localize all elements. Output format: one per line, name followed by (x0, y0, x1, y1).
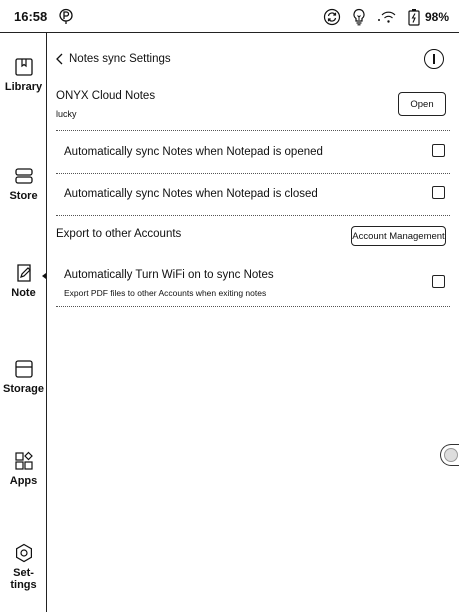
wifi-sync-sublabel: Export PDF files to other Accounts when … (64, 288, 267, 298)
open-button[interactable]: Open (398, 92, 446, 116)
sidebar-item-label: Set- tings (10, 567, 37, 591)
p-pin-icon (59, 8, 73, 24)
sidebar-item-label: Store (9, 190, 38, 202)
sidebar-item-apps[interactable]: Apps (0, 451, 47, 487)
sync-opened-checkbox[interactable] (432, 144, 445, 157)
store-icon (14, 168, 33, 184)
battery-percent: 98% (424, 10, 449, 24)
sidebar-item-storage[interactable]: Storage (0, 359, 47, 395)
main-panel: Notes sync Settings ONYX Cloud Notes luc… (48, 33, 459, 612)
wifi-sync-label: Automatically Turn WiFi on to sync Notes (64, 269, 274, 281)
wifi-sync-option: Automatically Turn WiFi on to sync Notes… (64, 269, 450, 298)
storage-icon (14, 360, 33, 378)
divider (56, 306, 450, 307)
info-icon[interactable] (424, 49, 444, 69)
bookmark-book-icon (14, 58, 33, 76)
status-bar: 16:58 98% (0, 0, 459, 33)
bulb-icon[interactable] (350, 8, 368, 26)
battery-icon (408, 9, 420, 26)
status-icons: 98% (323, 7, 449, 27)
wifi-sync-checkbox[interactable] (432, 275, 445, 288)
sidebar-item-store[interactable]: Store (0, 166, 47, 202)
sync-closed-checkbox[interactable] (432, 186, 445, 199)
cloud-title: ONYX Cloud Notes (56, 90, 156, 102)
settings-hex-icon (15, 543, 32, 563)
floating-assist-button[interactable] (440, 444, 459, 466)
sidebar-item-label: Library (4, 81, 43, 93)
sidebar-item-label: Apps (9, 475, 38, 487)
divider (56, 215, 450, 216)
chevron-left-icon (56, 53, 63, 65)
header: Notes sync Settings (48, 49, 459, 73)
option-sync-closed-label: Automatically sync Notes when Notepad is… (64, 188, 318, 200)
page-title: Notes sync Settings (69, 53, 171, 65)
sidebar-item-note[interactable]: Note (0, 263, 47, 299)
sidebar-item-label: Note (11, 287, 36, 299)
wifi-icon[interactable] (377, 8, 399, 26)
divider (56, 173, 450, 174)
divider (56, 130, 450, 131)
sidebar-item-library[interactable]: Library (0, 57, 47, 93)
apps-grid-icon (14, 451, 33, 470)
status-time: 16:58 (14, 9, 48, 24)
sidebar-item-label: Storage (3, 383, 44, 395)
cloud-notes-section: ONYX Cloud Notes lucky (56, 90, 450, 119)
option-sync-opened-label: Automatically sync Notes when Notepad is… (64, 146, 323, 158)
account-management-button[interactable]: Account Management (351, 226, 446, 246)
active-indicator (42, 273, 46, 279)
sync-icon[interactable] (323, 8, 341, 26)
cloud-username: lucky (56, 109, 77, 119)
sidebar: Library Store Note Storage Apps Set- tin… (0, 33, 47, 612)
note-pen-icon (16, 264, 31, 282)
sidebar-item-settings[interactable]: Set- tings (0, 543, 47, 591)
back-button[interactable]: Notes sync Settings (56, 53, 171, 65)
